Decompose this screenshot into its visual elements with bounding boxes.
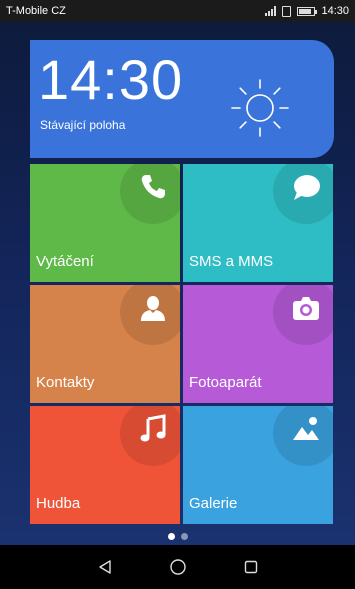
- tile-label: SMS a MMS: [189, 253, 274, 270]
- camera-icon: [293, 297, 319, 320]
- tile-label: Vytáčení: [36, 253, 94, 270]
- tile-contacts[interactable]: Kontakty: [30, 285, 180, 403]
- status-bar: T-Mobile CZ 14:30: [0, 0, 355, 22]
- phone-icon: [141, 175, 165, 199]
- page-dot[interactable]: [167, 533, 175, 540]
- message-icon: [294, 175, 320, 200]
- tile-label: Fotoaparát: [189, 374, 262, 391]
- home-icon[interactable]: [169, 558, 187, 576]
- gallery-icon: [293, 417, 319, 440]
- tile-label: Galerie: [189, 495, 238, 512]
- back-icon[interactable]: [97, 559, 113, 575]
- tile-music[interactable]: Hudba: [30, 406, 180, 524]
- carrier-name: T-Mobile CZ: [6, 5, 66, 17]
- battery-icon: [297, 6, 318, 16]
- page-dot[interactable]: [180, 533, 188, 540]
- tile-messages[interactable]: SMS a MMS: [183, 164, 333, 282]
- tile-dialer[interactable]: Vytáčení: [30, 164, 180, 282]
- clock-time: 14:30: [38, 48, 184, 111]
- sun-icon: [231, 79, 289, 137]
- location-label: Stávající poloha: [40, 118, 126, 132]
- recents-icon[interactable]: [243, 559, 259, 575]
- page-indicator: [0, 533, 355, 540]
- tile-label: Kontakty: [36, 374, 95, 391]
- contact-icon: [141, 296, 165, 321]
- tile-gallery[interactable]: Galerie: [183, 406, 333, 524]
- status-icons: 14:30: [265, 5, 349, 17]
- status-time: 14:30: [321, 5, 349, 17]
- signal-icon: [265, 6, 277, 16]
- tile-label: Hudba: [36, 495, 81, 512]
- tile-camera[interactable]: Fotoaparát: [183, 285, 333, 403]
- sim-icon: [282, 5, 292, 17]
- navigation-bar: [0, 545, 355, 589]
- music-icon: [140, 414, 166, 442]
- clock-weather-widget[interactable]: 14:30 Stávající poloha: [30, 40, 334, 158]
